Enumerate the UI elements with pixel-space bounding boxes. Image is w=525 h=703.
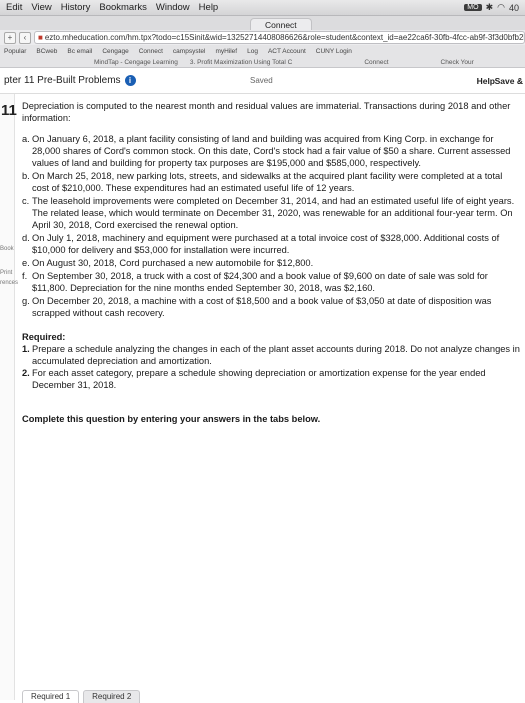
bookmark-item[interactable]: Bc email	[67, 48, 92, 55]
url-text: ezto.mheducation.com/hm.tpx?todo=c15Sini…	[44, 33, 524, 42]
list-item: e. On August 30, 2018, Cord purchased a …	[22, 258, 314, 268]
address-bar-row: + ‹ ■ ezto.mheducation.com/hm.tpx?todo=c1…	[0, 30, 525, 45]
list-item: b. On March 25, 2018, new parking lots, …	[22, 171, 503, 193]
required-heading: Required:	[22, 332, 66, 342]
list-item: d. On July 1, 2018, machinery and equipm…	[22, 233, 500, 255]
assignment-title: pter 11 Pre-Built Problems	[4, 75, 121, 86]
list-item: a. On January 6, 2018, a plant facility …	[22, 134, 511, 168]
help-button[interactable]: Help	[477, 76, 495, 86]
add-tab-icon[interactable]: +	[4, 31, 16, 44]
print-link[interactable]: Print	[0, 270, 12, 276]
menu-bar: Edit View History Bookmarks Window Help …	[0, 0, 525, 16]
open-tab-item[interactable]: MindTap - Cengage Learning	[94, 59, 178, 66]
menu-edit[interactable]: Edit	[6, 2, 22, 13]
bookmark-item[interactable]: ACT Account	[268, 48, 306, 55]
answer-tabs: Required 1 Required 2	[22, 690, 141, 703]
bookmark-item[interactable]: myHilef	[215, 48, 237, 55]
system-tray: MO ✱ ◠ 40	[464, 2, 525, 13]
url-field[interactable]: ■ ezto.mheducation.com/hm.tpx?todo=c15Sin…	[34, 31, 525, 44]
menu-bookmarks[interactable]: Bookmarks	[99, 2, 147, 13]
open-tab-item[interactable]: Connect	[364, 59, 388, 66]
battery-percent: 40	[508, 2, 519, 13]
bookmark-item[interactable]: Log	[247, 48, 258, 55]
back-icon[interactable]: ‹	[19, 31, 31, 44]
problem-intro: Depreciation is computed to the nearest …	[22, 101, 511, 123]
bookmarks-bar: Popular BCweb Bc email Cengage Connect c…	[0, 45, 525, 57]
required-item: 1. Prepare a schedule analyzing the chan…	[22, 344, 520, 366]
browser-tab-connect[interactable]: Connect	[250, 18, 312, 30]
tab-strip: Connect	[0, 16, 525, 30]
menu-window[interactable]: Window	[156, 2, 190, 13]
info-icon[interactable]: i	[124, 75, 136, 86]
mo-badge: MO	[464, 4, 482, 11]
bookmark-item[interactable]: CUNY Login	[316, 48, 352, 55]
menu-history[interactable]: History	[61, 2, 91, 13]
open-tab-item[interactable]: 3. Profit Maximization Using Total C	[190, 59, 292, 66]
bluetooth-icon[interactable]: ✱	[486, 2, 494, 13]
instruction-text: Complete this question by entering your …	[22, 414, 321, 424]
menu-view[interactable]: View	[31, 2, 51, 13]
list-item: g. On December 20, 2018, a machine with …	[22, 296, 492, 318]
question-sidebar: 11 Book Print rences	[0, 94, 18, 700]
ebook-link[interactable]: Book	[0, 246, 14, 252]
bookmark-item[interactable]: Connect	[139, 48, 163, 55]
bookmark-item[interactable]: Cengage	[102, 48, 128, 55]
problem-content: Depreciation is computed to the nearest …	[22, 100, 520, 425]
assignment-header: pter 11 Pre-Built Problems i Saved Help …	[0, 68, 525, 94]
required-item: 2. For each asset category, prepare a sc…	[22, 368, 486, 390]
tab-required-2[interactable]: Required 2	[83, 690, 141, 703]
menu-help[interactable]: Help	[199, 2, 219, 13]
tab-required-1[interactable]: Required 1	[22, 690, 80, 703]
lock-icon: ■	[38, 33, 43, 42]
list-item: c. The leasehold improvements were compl…	[22, 196, 515, 230]
bookmark-item[interactable]: BCweb	[36, 48, 57, 55]
bookmark-item[interactable]: campsystel	[173, 48, 206, 55]
references-link[interactable]: rences	[0, 280, 18, 286]
bookmark-item[interactable]: Popular	[4, 48, 26, 55]
open-tabs-bar: MindTap - Cengage Learning 3. Profit Max…	[0, 57, 525, 68]
list-item: f. On September 30, 2018, a truck with a…	[22, 271, 488, 293]
save-exit-button[interactable]: Save &	[495, 76, 523, 86]
wifi-icon[interactable]: ◠	[497, 2, 505, 13]
saved-status: Saved	[250, 76, 273, 85]
open-tab-item[interactable]: Check Your	[441, 59, 474, 66]
question-number[interactable]: 11	[1, 102, 17, 119]
